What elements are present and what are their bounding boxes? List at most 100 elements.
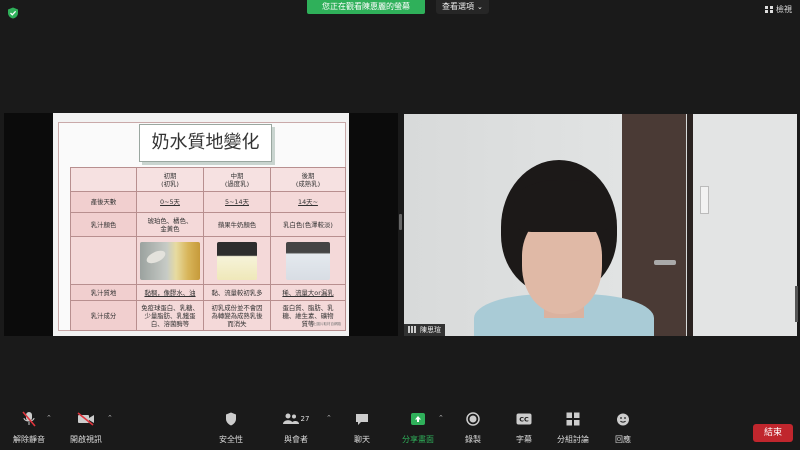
participants-count: 27 [300,415,310,423]
header-late: 後期 (成熟乳) [295,171,321,188]
reactions-button[interactable]: 回應 [599,410,647,445]
table-cell [136,236,204,285]
row-label: 乳汁質地 [70,284,137,301]
cell-text: 蘋果牛奶顏色 [217,220,257,229]
table-cell: 黏、流量較初乳多 [203,284,271,301]
captions-button[interactable]: CC 字幕 [500,410,548,445]
end-meeting-button[interactable]: 結束 [753,424,793,442]
sharing-banner: 您正在觀看陳惠麗的螢幕 [307,0,425,14]
captions-label: 字幕 [516,435,532,444]
mature-milk-photo [286,241,330,280]
table-row-images [70,236,346,285]
participants-chevron-icon[interactable]: ⌃ [326,414,332,422]
breakout-rooms-button[interactable]: 分組討論 [549,410,597,445]
background-wall [693,114,797,336]
cell-text: 黏、流量較初乳多 [211,288,263,297]
slide-table: 初期 (初乳) 中期 (過度乳) 後期 (成熟乳) 產後天數 0~5天 5~14… [70,167,346,331]
reactions-label: 回應 [615,435,631,444]
table-cell [270,236,346,285]
cell-text: 14天~ [298,198,318,206]
table-header-cell [70,167,137,192]
unmute-label: 解除靜音 [13,435,45,444]
reactions-icon [599,410,647,428]
cell-text: 初乳成份並不會因 為轉變為成熟乳後 而消失 [211,303,263,328]
meeting-toolbar: 解除靜音 ⌃ 開啟視訊 ⌃ 安全性 27 與會者 ⌃ 聊天 分享畫面 ⌃ 錄製 … [0,410,800,450]
split-view-handle[interactable] [399,214,402,230]
cell-text: 黏稠，像膠水、油 [144,288,196,297]
table-cell: 5~14天 [203,191,271,213]
start-video-label: 開啟視訊 [70,435,102,444]
table-row: 乳汁顏色 琥珀色、橘色、 金黃色 蘋果牛奶顏色 乳白色(色澤較淡) [70,212,346,237]
participants-button[interactable]: 27 與會者 [272,410,320,445]
table-row: 乳汁成分 免疫球蛋白、乳糖、 少量脂肪、乳鐵蛋 白、溶菌酶等 初乳成份並不會因 … [70,300,346,331]
participant-name: 陳思瑄 [420,326,441,334]
chat-button[interactable]: 聊天 [338,410,386,445]
header-mid: 中期 (過度乳) [224,171,250,188]
video-off-icon [62,410,110,428]
background-handle [654,260,676,265]
row-label: 乳汁顏色 [70,212,137,237]
table-cell: 免疫球蛋白、乳糖、 少量脂肪、乳鐵蛋 白、溶菌酶等 [136,300,204,331]
security-shield-icon [207,410,255,428]
share-screen-icon [394,410,442,428]
share-options-chevron-icon[interactable]: ⌃ [438,414,444,422]
table-cell [203,236,271,285]
cell-text: 5~14天 [225,198,249,206]
table-row: 乳汁質地 黏稠，像膠水、油 黏、流量較初乳多 稀、流量大or漏乳 [70,284,346,301]
row-label [70,236,137,285]
breakout-label: 分組討論 [557,435,589,444]
table-header-row: 初期 (初乳) 中期 (過度乳) 後期 (成熟乳) [70,167,346,192]
record-button[interactable]: 錄製 [449,410,497,445]
table-header-cell: 初期 (初乳) [136,167,204,192]
cell-text: 乳白色(色澤較淡) [283,220,333,229]
record-label: 錄製 [465,435,481,444]
table-cell: 稀、流量大or漏乳 [270,284,346,301]
view-mode-label: 檢視 [776,5,792,14]
share-screen-button[interactable]: 分享畫面 [394,410,442,445]
table-cell: 乳白色(色澤較淡) [270,212,346,237]
table-cell: 初乳成份並不會因 為轉變為成熟乳後 而消失 [203,300,271,331]
colostrum-photo [140,241,200,280]
cell-text: 免疫球蛋白、乳糖、 少量脂肪、乳鐵蛋 白、溶菌酶等 [141,303,199,328]
table-cell: 琥珀色、橘色、 金黃色 [136,212,204,237]
shared-screen: 奶水質地變化 初期 (初乳) 中期 (過度乳) 後期 (成熟乳) 產後天數 0~… [4,113,398,336]
participant-video[interactable]: 陳思瑄 [404,114,797,336]
slide-frame: 奶水質地變化 初期 (初乳) 中期 (過度乳) 後期 (成熟乳) 產後天數 0~… [58,122,346,331]
signal-bars-icon [408,326,417,333]
transitional-milk-photo [217,241,257,280]
audio-options-chevron-icon[interactable]: ⌃ [46,414,52,422]
svg-text:CC: CC [519,416,529,424]
participants-icon: 27 [272,410,320,428]
person-bangs [514,180,612,232]
row-label: 乳汁成分 [70,300,137,331]
slide: 奶水質地變化 初期 (初乳) 中期 (過度乳) 後期 (成熟乳) 產後天數 0~… [53,113,349,336]
view-options-button[interactable]: 查看選項 ⌄ [436,0,489,14]
slide-title: 奶水質地變化 [139,124,272,162]
video-options-chevron-icon[interactable]: ⌃ [107,414,113,422]
security-label: 安全性 [219,435,243,444]
table-cell: 14天~ [270,191,346,213]
chevron-down-icon: ⌄ [477,3,483,11]
header-early: 初期 (初乳) [161,171,179,188]
breakout-icon [549,410,597,428]
background-switch [700,186,709,214]
row-label: 產後天數 [70,191,137,213]
table-cell: 蘋果牛奶顏色 [203,212,271,237]
share-screen-label: 分享畫面 [402,435,434,444]
table-header-cell: 後期 (成熟乳) [270,167,346,192]
table-header-cell: 中期 (過度乳) [203,167,271,192]
shield-check-icon[interactable] [7,7,19,19]
security-button[interactable]: 安全性 [207,410,255,445]
table-cell: 黏稠，像膠水、油 [136,284,204,301]
slide-footnote: *以上圖片取材自網路 [307,322,341,326]
start-video-button[interactable]: 開啟視訊 [62,410,110,445]
table-row: 產後天數 0~5天 5~14天 14天~ [70,191,346,213]
chat-label: 聊天 [354,435,370,444]
chat-icon [338,410,386,428]
table-cell: 0~5天 [136,191,204,213]
view-options-label: 查看選項 [442,2,474,11]
video-panel-handle[interactable] [795,286,798,322]
cell-text: 琥珀色、橘色、 金黃色 [147,216,193,233]
participant-name-tag: 陳思瑄 [404,324,445,336]
view-mode-button[interactable]: 檢視 [765,4,792,15]
